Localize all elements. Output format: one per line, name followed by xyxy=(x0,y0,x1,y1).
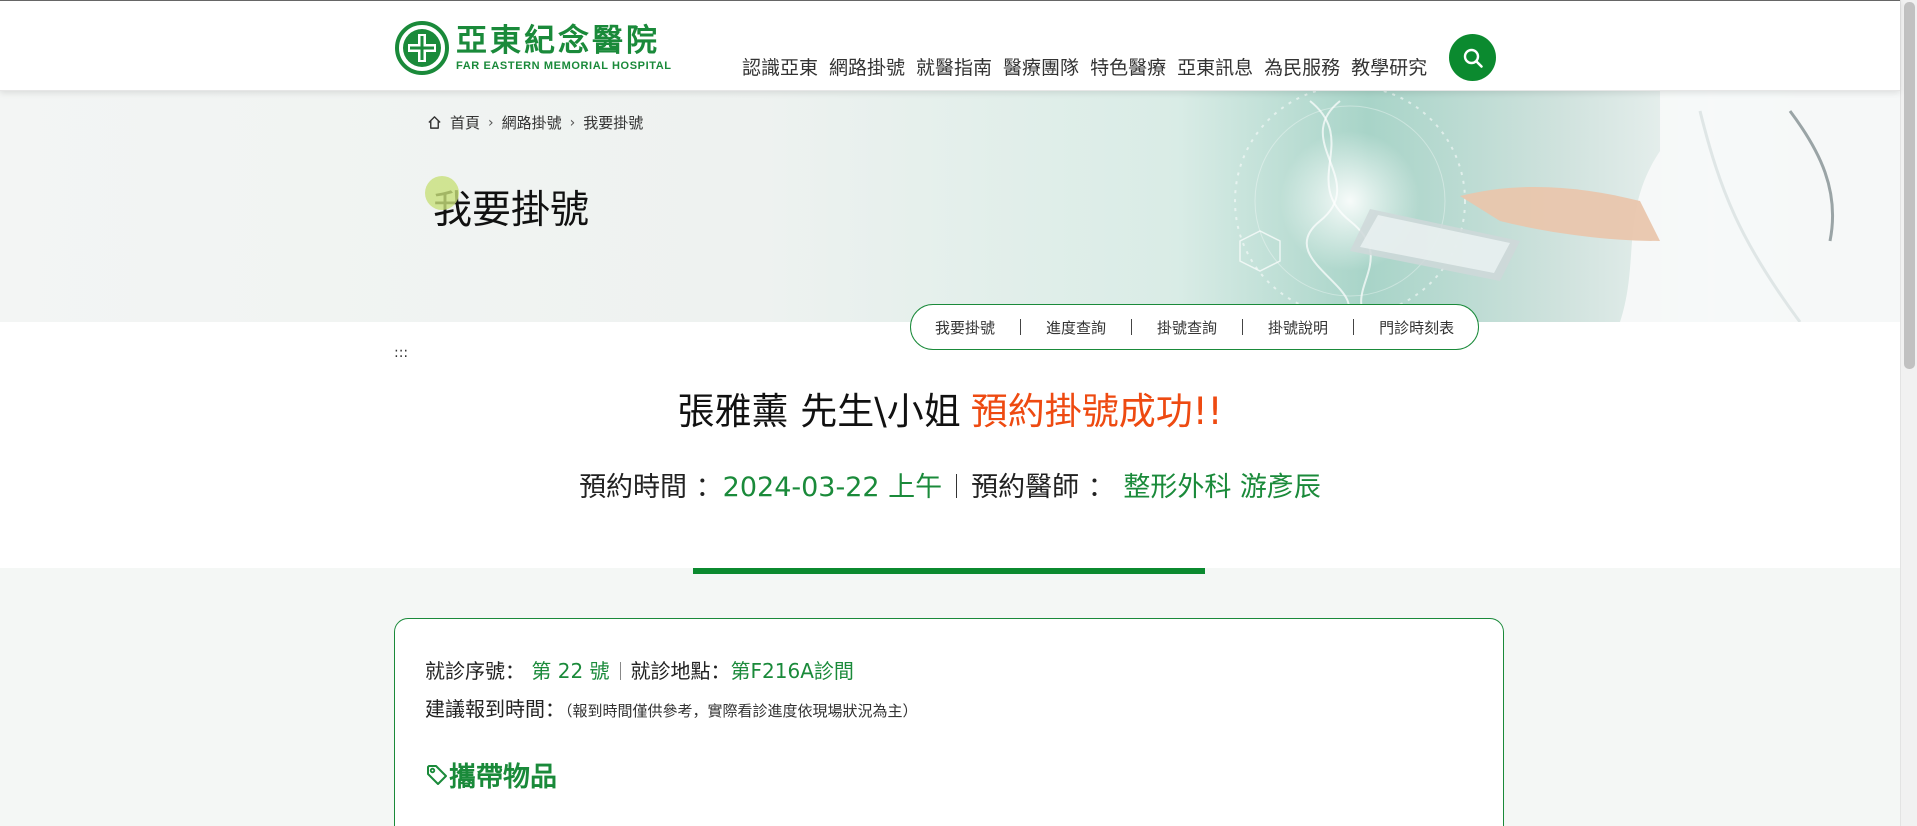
report-time-label: 建議報到時間： xyxy=(425,697,565,721)
section-accent-bar xyxy=(693,568,1205,574)
breadcrumb-online-registration[interactable]: 網路掛號 xyxy=(502,112,562,133)
tab-divider xyxy=(1353,319,1355,335)
doctor-label: 預約醫師 ： xyxy=(971,472,1115,503)
visit-place-value: 第F216A診間 xyxy=(730,659,854,683)
items-to-bring-heading: 攜帶物品 xyxy=(425,755,557,794)
doctor-value: 整形外科 游彥辰 xyxy=(1123,472,1321,503)
nav-item-teaching-research[interactable]: 教學研究 xyxy=(1351,53,1427,80)
nav-item-online-registration[interactable]: 網路掛號 xyxy=(829,53,905,80)
items-to-bring-title: 攜帶物品 xyxy=(449,762,557,793)
appointment-info-card: 就診序號： 第 22 號就診地點：第F216A診間 建議報到時間：（報到時間僅供… xyxy=(394,618,1504,826)
search-button[interactable] xyxy=(1449,34,1496,81)
visit-number-label: 就診序號： xyxy=(425,659,525,683)
banner-medical-illustration xyxy=(1234,91,1900,322)
tab-clinic-schedule[interactable]: 門診時刻表 xyxy=(1379,317,1454,338)
appointment-time-label: 預約時間 ： xyxy=(579,472,723,503)
detail-divider xyxy=(956,474,958,498)
info-divider xyxy=(619,662,621,680)
nav-item-public-service[interactable]: 為民服務 xyxy=(1264,53,1340,80)
report-time-note: （報到時間僅供參考，實際看診進度依現場狀況為主） xyxy=(565,702,918,720)
scrollbar-thumb[interactable] xyxy=(1904,2,1915,369)
appointment-details: 預約時間 ：2024-03-22 上午 預約醫師 ： 整形外科 游彥辰 xyxy=(0,465,1900,504)
report-time-row: 建議報到時間：（報到時間僅供參考，實際看診進度依現場狀況為主） xyxy=(425,693,918,722)
breadcrumb-home[interactable]: 首頁 xyxy=(450,112,480,133)
nav-item-medical-guide[interactable]: 就醫指南 xyxy=(916,53,992,80)
tag-icon xyxy=(427,764,447,785)
nav-item-medical-team[interactable]: 醫療團隊 xyxy=(1003,53,1079,80)
main-nav: 認識亞東 網路掛號 就醫指南 醫療團隊 特色醫療 亞東訊息 為民服務 教學研究 xyxy=(742,53,1427,80)
breadcrumb-current: 我要掛號 xyxy=(583,114,644,132)
nav-item-about[interactable]: 認識亞東 xyxy=(742,53,818,80)
breadcrumb: 首頁 › 網路掛號 › 我要掛號 xyxy=(427,112,643,133)
patient-name: 張雅薰 先生\小姐 xyxy=(677,390,961,433)
tab-progress-query[interactable]: 進度查詢 xyxy=(1046,317,1106,338)
chevron-right-icon: › xyxy=(488,114,494,131)
nav-item-news[interactable]: 亞東訊息 xyxy=(1177,53,1253,80)
appointment-time-value: 2024-03-22 上午 xyxy=(722,472,943,503)
nav-item-special-care[interactable]: 特色醫療 xyxy=(1090,53,1166,80)
tab-divider xyxy=(1131,319,1133,335)
tab-make-appointment[interactable]: 我要掛號 xyxy=(935,317,995,338)
tab-registration-guide[interactable]: 掛號說明 xyxy=(1268,317,1328,338)
hospital-cross-icon xyxy=(395,21,449,75)
visit-place-label: 就診地點： xyxy=(630,659,731,683)
tab-divider xyxy=(1020,319,1022,335)
visit-number-value: 第 22 號 xyxy=(531,659,610,683)
title-decoration-dot xyxy=(425,176,459,210)
page-banner: 首頁 › 網路掛號 › 我要掛號 我要掛號 xyxy=(0,91,1900,322)
tab-divider xyxy=(1242,319,1244,335)
search-icon xyxy=(1463,48,1483,68)
site-header: 亞東紀念醫院 FAR EASTERN MEMORIAL HOSPITAL 認識亞… xyxy=(0,0,1900,91)
tab-registration-query[interactable]: 掛號查詢 xyxy=(1157,317,1217,338)
home-icon xyxy=(428,116,441,129)
logo-chinese-name: 亞東紀念醫院 xyxy=(456,23,660,59)
accessibility-anchor[interactable]: ::: xyxy=(394,345,408,361)
chevron-right-icon: › xyxy=(569,114,576,131)
visit-number-row: 就診序號： 第 22 號就診地點：第F216A診間 xyxy=(425,655,854,684)
appointment-result-heading: 張雅薰 先生\小姐 預約掛號成功!! xyxy=(0,381,1900,435)
page-scrollbar[interactable] xyxy=(1900,0,1917,826)
logo-english-name: FAR EASTERN MEMORIAL HOSPITAL xyxy=(456,60,672,72)
registration-subtabs: 我要掛號 進度查詢 掛號查詢 掛號說明 門診時刻表 xyxy=(910,304,1480,350)
success-message: 預約掛號成功!! xyxy=(970,390,1223,433)
hospital-logo[interactable]: 亞東紀念醫院 FAR EASTERN MEMORIAL HOSPITAL xyxy=(394,20,672,76)
